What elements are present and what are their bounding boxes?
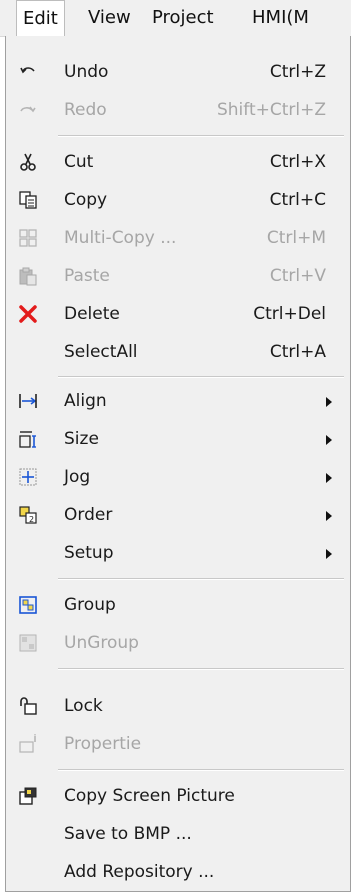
multi-copy-icon <box>18 228 38 248</box>
copy-label: Copy <box>64 190 108 210</box>
submenu-arrow-icon <box>326 435 332 445</box>
size-label: Size <box>64 429 99 449</box>
menu-edit[interactable]: Edit <box>16 0 65 38</box>
delete-shortcut: Ctrl+Del <box>253 304 326 324</box>
select-all-label: SelectAll <box>64 342 138 362</box>
separator <box>58 135 344 137</box>
align-icon <box>18 391 38 411</box>
menu-item-copy[interactable]: Copy Ctrl+C <box>6 181 350 219</box>
copy-screen-picture-label: Copy Screen Picture <box>64 786 235 806</box>
menu-item-jog[interactable]: Jog <box>6 458 350 496</box>
menu-item-group[interactable]: Group <box>6 586 350 624</box>
scissors-icon <box>18 152 38 172</box>
undo-shortcut: Ctrl+Z <box>269 62 326 82</box>
delete-x-icon <box>18 304 38 324</box>
separator <box>58 578 344 580</box>
paste-label: Paste <box>64 266 110 286</box>
menu-item-redo[interactable]: Redo Shift+Ctrl+Z <box>6 91 350 129</box>
group-label: Group <box>64 595 116 615</box>
order-icon: 2 <box>18 505 38 525</box>
menu-bar: Edit View Project HMI(M <box>0 0 351 38</box>
menu-item-lock[interactable]: Lock <box>6 687 350 725</box>
jog-label: Jog <box>64 467 91 487</box>
menu-hmi[interactable]: HMI(M <box>246 0 315 36</box>
undo-icon <box>18 62 38 82</box>
multi-copy-label: Multi-Copy ... <box>64 228 177 248</box>
menu-item-ungroup[interactable]: UnGroup <box>6 624 350 662</box>
lock-icon <box>18 696 38 716</box>
align-label: Align <box>64 391 107 411</box>
select-all-shortcut: Ctrl+A <box>269 342 326 362</box>
submenu-arrow-icon <box>326 549 332 559</box>
redo-label: Redo <box>64 100 107 120</box>
save-to-bmp-label: Save to BMP ... <box>64 824 192 844</box>
add-repository-label: Add Repository ... <box>64 862 215 882</box>
jog-icon <box>18 467 38 487</box>
properties-label: Propertie <box>64 734 142 754</box>
separator <box>58 769 344 771</box>
menu-item-add-repository[interactable]: Add Repository ... <box>6 853 350 891</box>
menu-item-save-to-bmp[interactable]: Save to BMP ... <box>6 815 350 853</box>
menu-item-cut[interactable]: Cut Ctrl+X <box>6 143 350 181</box>
menu-item-align[interactable]: Align <box>6 382 350 420</box>
copy-icon <box>18 190 38 210</box>
menu-item-size[interactable]: Size <box>6 420 350 458</box>
ungroup-icon <box>18 633 38 653</box>
svg-text:2: 2 <box>29 515 34 524</box>
ungroup-label: UnGroup <box>64 633 139 653</box>
lock-label: Lock <box>64 696 103 716</box>
menu-item-delete[interactable]: Delete Ctrl+Del <box>6 295 350 333</box>
submenu-arrow-icon <box>326 473 332 483</box>
menu-item-properties[interactable]: Propertie <box>6 725 350 763</box>
size-icon <box>18 429 38 449</box>
setup-label: Setup <box>64 543 114 563</box>
separator <box>58 668 344 670</box>
cut-label: Cut <box>64 152 94 172</box>
undo-label: Undo <box>64 62 109 82</box>
submenu-arrow-icon <box>326 511 332 521</box>
redo-shortcut: Shift+Ctrl+Z <box>216 100 326 120</box>
submenu-arrow-icon <box>326 397 332 407</box>
copy-shortcut: Ctrl+C <box>269 190 326 210</box>
redo-icon <box>18 100 38 120</box>
paste-icon <box>18 266 38 286</box>
menu-item-setup[interactable]: Setup <box>6 534 350 572</box>
group-icon <box>18 595 38 615</box>
separator <box>58 376 344 378</box>
menu-view[interactable]: View <box>82 0 137 36</box>
paste-shortcut: Ctrl+V <box>269 266 326 286</box>
menu-item-paste[interactable]: Paste Ctrl+V <box>6 257 350 295</box>
menu-item-undo[interactable]: Undo Ctrl+Z <box>6 53 350 91</box>
cut-shortcut: Ctrl+X <box>269 152 326 172</box>
menu-item-select-all[interactable]: SelectAll Ctrl+A <box>6 333 350 371</box>
menu-item-copy-screen-picture[interactable]: Copy Screen Picture <box>6 777 350 815</box>
multi-copy-shortcut: Ctrl+M <box>266 228 326 248</box>
screen-picture-icon <box>18 786 38 806</box>
order-label: Order <box>64 505 113 525</box>
menu-item-multi-copy[interactable]: Multi-Copy ... Ctrl+M <box>6 219 350 257</box>
edit-dropdown-menu: Undo Ctrl+Z Redo Shift+Ctrl+Z Cut Ctrl+X <box>5 36 351 892</box>
menu-item-order[interactable]: 2 Order <box>6 496 350 534</box>
delete-label: Delete <box>64 304 120 324</box>
properties-icon <box>18 734 38 754</box>
menu-project[interactable]: Project <box>146 0 220 36</box>
